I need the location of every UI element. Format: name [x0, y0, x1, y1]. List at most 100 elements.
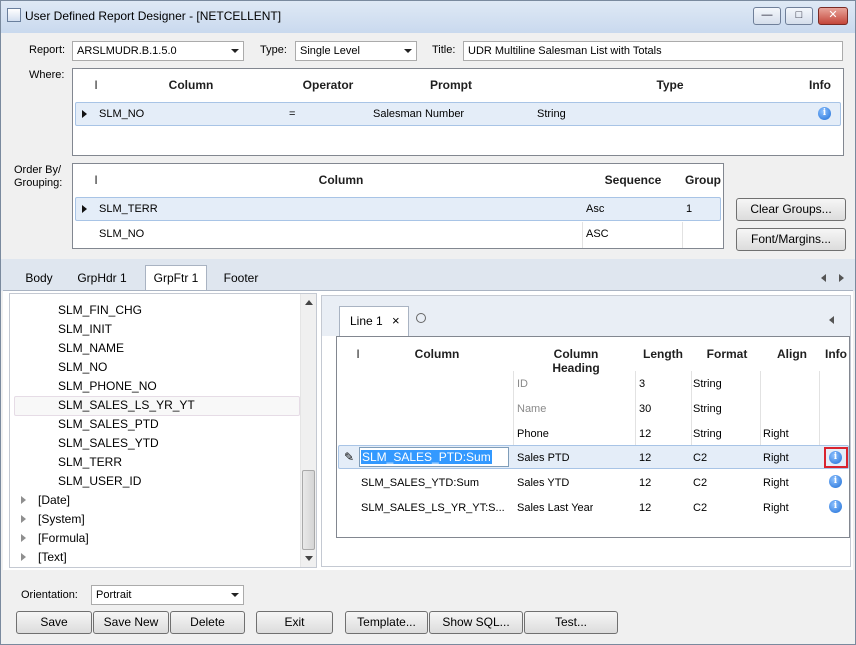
add-line-icon[interactable] [416, 313, 426, 323]
orientation-combo[interactable]: Portrait [91, 585, 244, 605]
tab-scroll-left-icon[interactable] [821, 274, 826, 282]
lines-cell-length[interactable]: 12 [639, 452, 651, 464]
exit-button[interactable]: Exit [256, 611, 333, 634]
tree-field-item[interactable]: SLM_NO [58, 360, 107, 374]
title-input[interactable]: UDR Multiline Salesman List with Totals [463, 41, 843, 61]
expand-arrow-icon[interactable] [21, 515, 26, 523]
where-col-prompt[interactable]: Prompt [393, 78, 509, 92]
tree-group-item[interactable]: [Formula] [38, 531, 89, 545]
orderby-col-column[interactable]: Column [293, 173, 389, 187]
save-button[interactable]: Save [16, 611, 92, 634]
tab-grpftr[interactable]: GrpFtr 1 [145, 265, 207, 291]
close-icon[interactable]: × [392, 313, 400, 328]
scroll-up-icon[interactable] [305, 300, 313, 305]
info-icon[interactable]: i [818, 107, 831, 120]
expand-arrow-icon[interactable] [21, 553, 26, 561]
tree-field-item[interactable]: SLM_USER_ID [58, 474, 141, 488]
lines-cell-heading[interactable]: Phone [517, 428, 549, 440]
where-cell-column[interactable]: SLM_NO [99, 108, 144, 120]
expand-arrow-icon[interactable] [21, 496, 26, 504]
tree-field-item[interactable]: SLM_NAME [58, 341, 124, 355]
orderby-col-group[interactable]: Group [683, 173, 723, 187]
lines-col-length[interactable]: Length [641, 347, 685, 361]
font-margins-button[interactable]: Font/Margins... [736, 228, 846, 251]
tab-footer[interactable]: Footer [217, 269, 265, 289]
tab-grphdr[interactable]: GrpHdr 1 [71, 269, 133, 289]
minimize-button[interactable]: — [753, 7, 781, 25]
orderby-cell-column[interactable]: SLM_NO [99, 228, 144, 240]
show-sql-button[interactable]: Show SQL... [429, 611, 523, 634]
lines-cell-align[interactable]: Right [763, 452, 789, 464]
tree-field-item[interactable]: SLM_SALES_PTD [58, 417, 159, 431]
tree-field-item[interactable]: SLM_PHONE_NO [58, 379, 157, 393]
tree-group-item[interactable]: [Date] [38, 493, 70, 507]
tree-field-item[interactable]: SLM_TERR [58, 455, 122, 469]
lines-col-info[interactable]: Info [825, 347, 849, 361]
orderby-cell-sequence[interactable]: Asc [586, 203, 604, 215]
expand-arrow-icon[interactable] [21, 534, 26, 542]
lines-cell-format[interactable]: String [693, 378, 722, 390]
info-icon[interactable]: i [829, 451, 842, 464]
tree-field-item[interactable]: SLM_SALES_YTD [58, 436, 159, 450]
orderby-col-sequence[interactable]: Sequence [598, 173, 668, 187]
type-combo[interactable]: Single Level [295, 41, 417, 61]
info-icon[interactable]: i [829, 500, 842, 513]
lines-cell-length[interactable]: 3 [639, 378, 645, 390]
maximize-button[interactable]: □ [785, 7, 813, 25]
lines-cell-length[interactable]: 30 [639, 403, 651, 415]
where-cell-type[interactable]: String [537, 108, 566, 120]
line-scroll-left-icon[interactable] [829, 316, 834, 324]
lines-cell-format[interactable]: C2 [693, 502, 707, 514]
lines-cell-column[interactable]: SLM_SALES_LS_YR_YT:S... [361, 502, 511, 514]
test-button[interactable]: Test... [524, 611, 618, 634]
save-new-button[interactable]: Save New [93, 611, 169, 634]
report-combo[interactable]: ARSLMUDR.B.1.5.0 [72, 41, 244, 61]
lines-cell-align[interactable]: Right [763, 428, 789, 440]
delete-button[interactable]: Delete [170, 611, 245, 634]
lines-cell-heading[interactable]: Name [517, 403, 546, 415]
lines-col-column[interactable]: Column [405, 347, 469, 361]
lines-cell-length[interactable]: 12 [639, 428, 651, 440]
lines-cell-heading[interactable]: Sales YTD [517, 477, 569, 489]
orderby-row-1[interactable] [75, 197, 721, 221]
scroll-down-icon[interactable] [305, 556, 313, 561]
lines-col-heading[interactable]: Column Heading [529, 347, 623, 375]
tab-scroll-right-icon[interactable] [839, 274, 844, 282]
orderby-cell-sequence[interactable]: ASC [586, 228, 609, 240]
orderby-cell-column[interactable]: SLM_TERR [99, 203, 158, 215]
lines-cell-length[interactable]: 12 [639, 477, 651, 489]
tab-line-1[interactable]: Line 1 × [339, 306, 409, 336]
lines-cell-heading[interactable]: Sales PTD [517, 452, 570, 464]
lines-cell-align[interactable]: Right [763, 502, 789, 514]
lines-cell-format[interactable]: C2 [693, 452, 707, 464]
orderby-cell-group[interactable]: 1 [686, 203, 692, 215]
lines-cell-format[interactable]: C2 [693, 477, 707, 489]
lines-cell-format[interactable]: String [693, 403, 722, 415]
lines-cell-column[interactable]: SLM_SALES_YTD:Sum [361, 477, 479, 489]
lines-cell-format[interactable]: String [693, 428, 722, 440]
tree-field-item[interactable]: SLM_SALES_LS_YR_YT [58, 398, 195, 412]
tree-scrollbar[interactable] [300, 294, 316, 567]
lines-cell-heading[interactable]: Sales Last Year [517, 502, 593, 514]
tree-field-item[interactable]: SLM_INIT [58, 322, 112, 336]
close-button[interactable]: ✕ [818, 7, 848, 25]
lines-cell-align[interactable]: Right [763, 477, 789, 489]
tree-field-item[interactable]: SLM_FIN_CHG [58, 303, 142, 317]
lines-cell-heading[interactable]: ID [517, 378, 528, 390]
clear-groups-button[interactable]: Clear Groups... [736, 198, 846, 221]
lines-cell-length[interactable]: 12 [639, 502, 651, 514]
info-icon[interactable]: i [829, 475, 842, 488]
where-col-column[interactable]: Column [143, 78, 239, 92]
where-col-operator[interactable]: Operator [293, 78, 363, 92]
lines-cell-column-editor[interactable]: SLM_SALES_PTD:Sum [359, 447, 509, 467]
tree-group-item[interactable]: [Text] [38, 550, 67, 564]
lines-col-align[interactable]: Align [775, 347, 809, 361]
where-cell-operator[interactable]: = [289, 108, 295, 120]
template-button[interactable]: Template... [345, 611, 428, 634]
tree-group-item[interactable]: [System] [38, 512, 85, 526]
tab-body[interactable]: Body [19, 269, 59, 289]
lines-col-format[interactable]: Format [705, 347, 749, 361]
where-col-info[interactable]: Info [809, 78, 839, 92]
scroll-thumb[interactable] [302, 470, 315, 550]
where-col-type[interactable]: Type [633, 78, 707, 92]
